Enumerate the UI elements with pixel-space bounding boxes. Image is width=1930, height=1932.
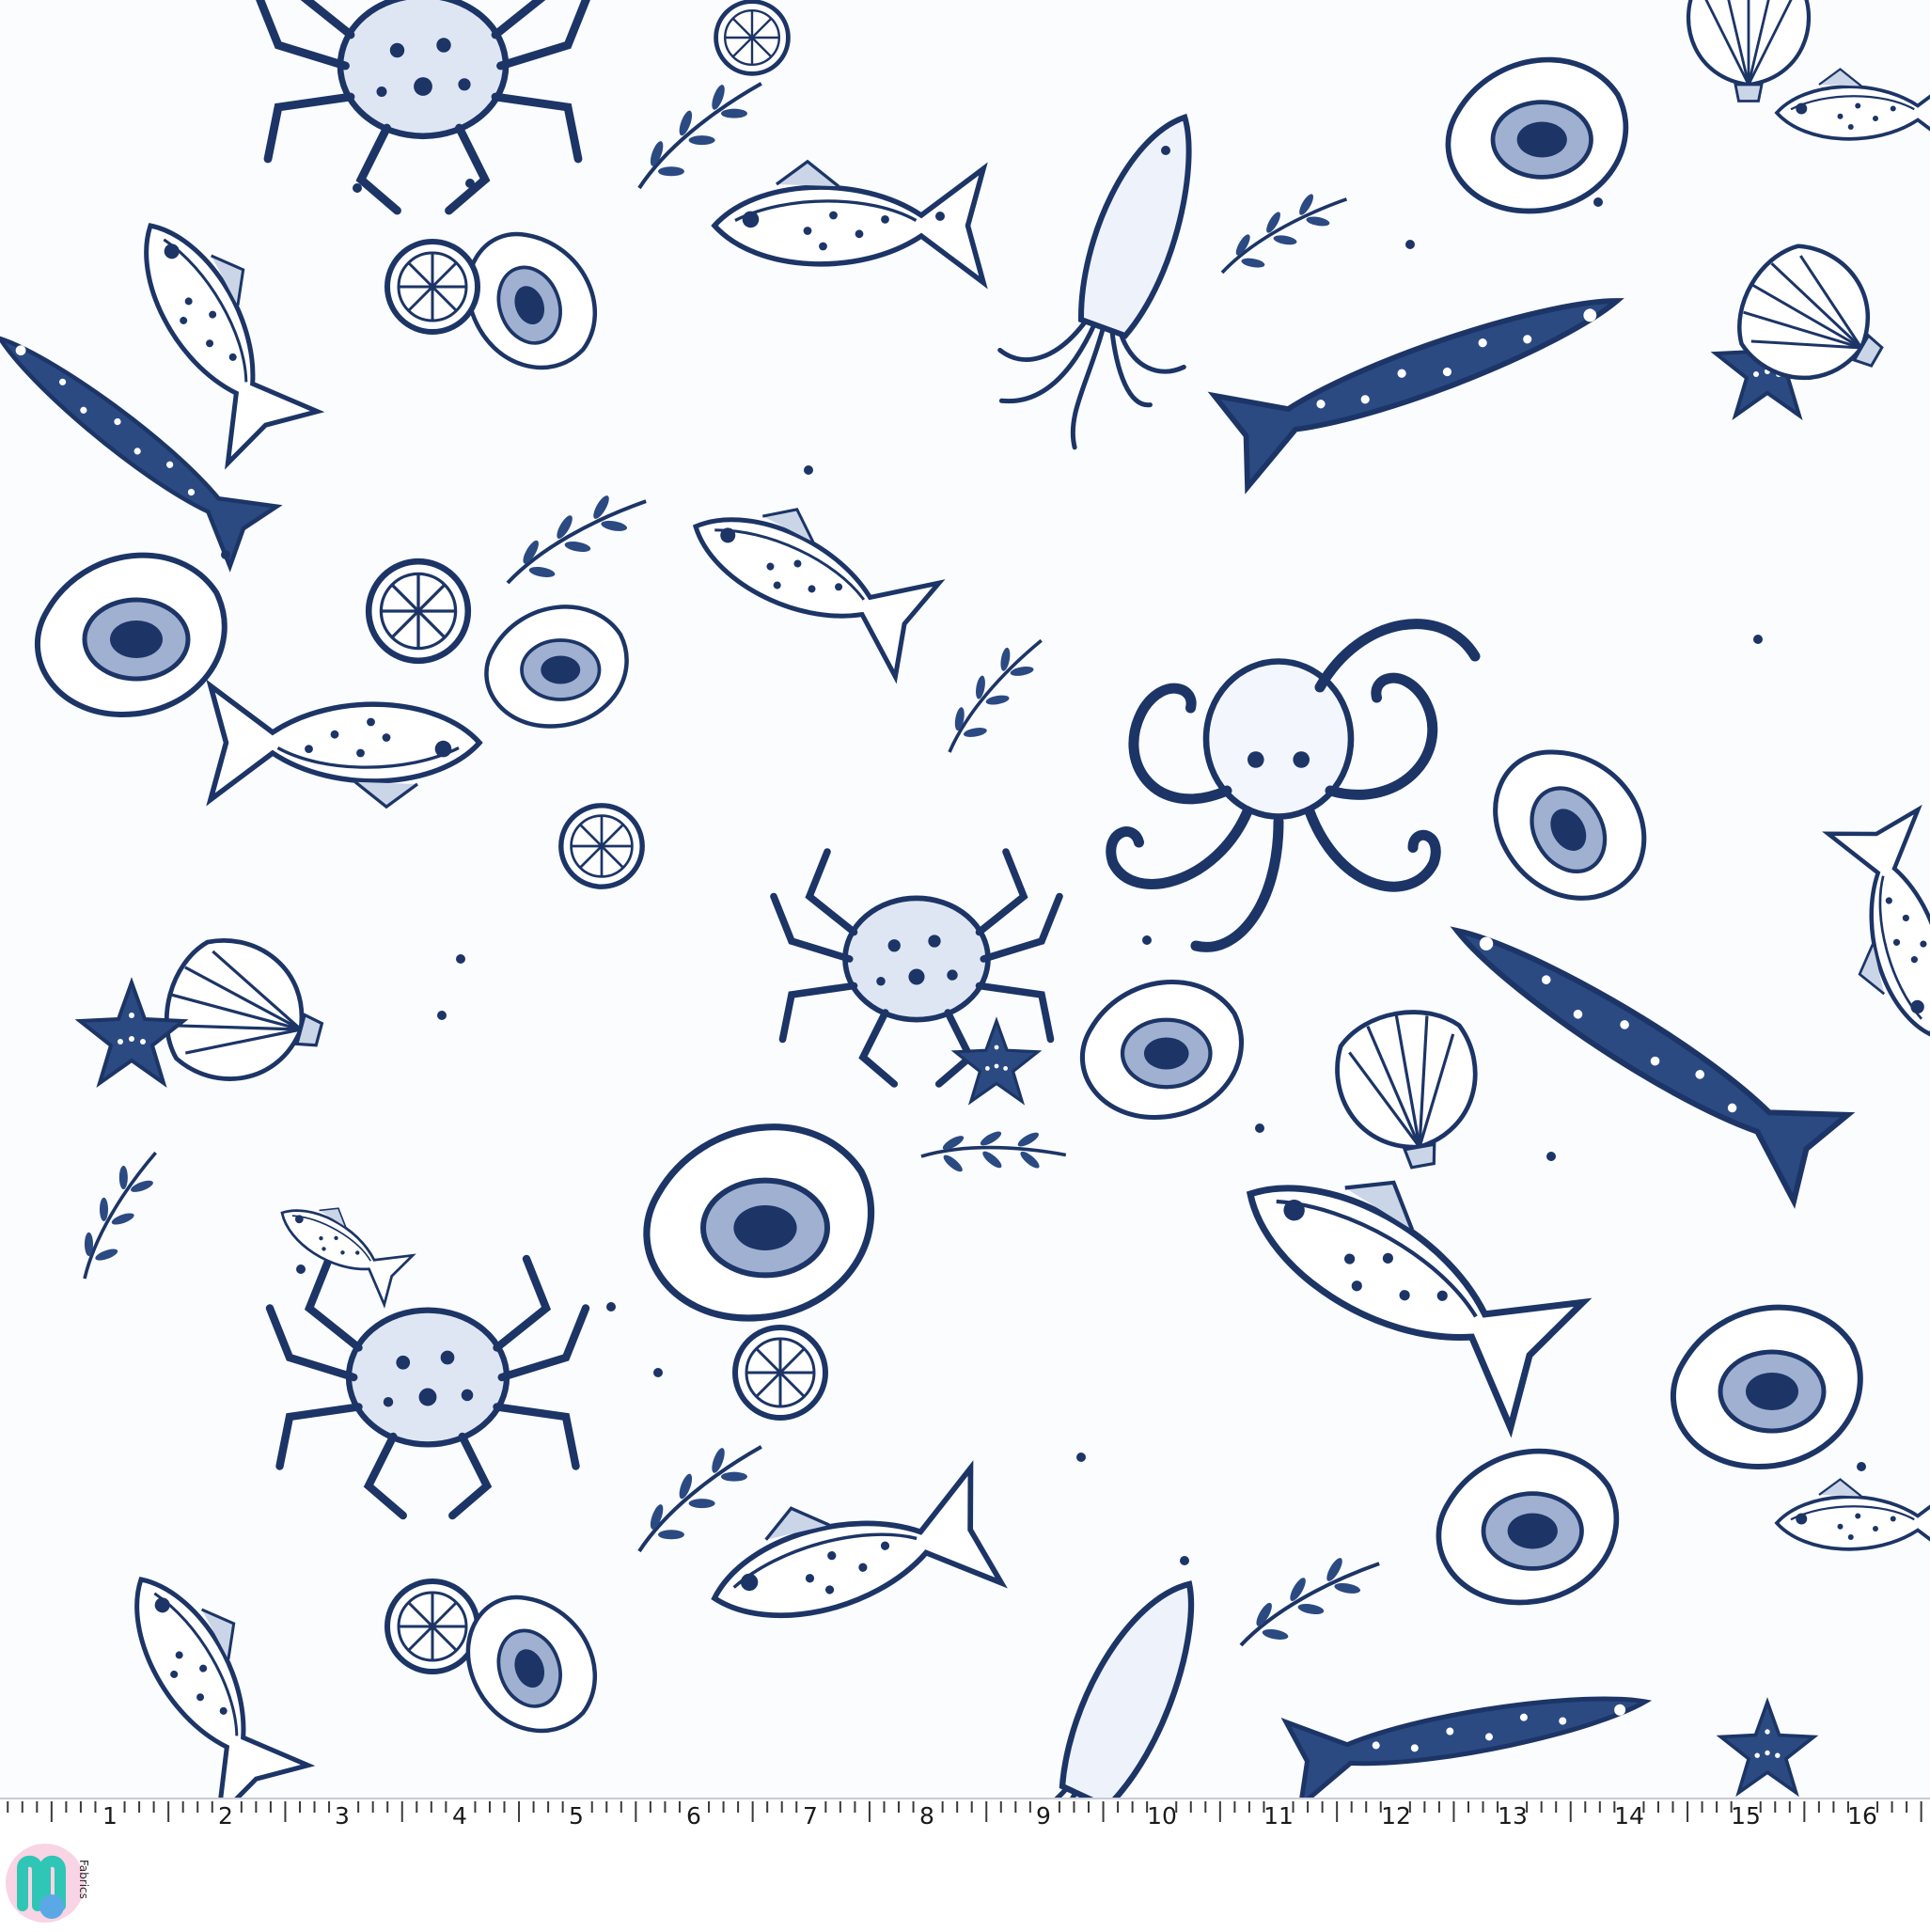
oyster-illustration [1082,982,1241,1118]
pike-illustration [1286,1660,1653,1798]
fish-illustration [1775,1477,1930,1564]
ruler-mark-9: 9 [1036,1802,1051,1830]
lemon-slice-illustration [716,2,789,74]
scallop-shell-illustration [1328,1001,1491,1177]
onion-ring-illustration [369,561,468,661]
lemon-slice-illustration [387,242,478,332]
squid-illustration [978,86,1264,474]
ruler-mark-12: 12 [1381,1802,1411,1830]
pike-illustration [1215,255,1634,487]
herb-sprig-illustration [493,484,659,589]
onion-ring-illustration [735,1327,825,1418]
carp-illustration [211,686,479,808]
flatfish-illustration [96,1550,313,1798]
herb-sprig-illustration [916,627,1071,758]
starfish-illustration [953,1019,1040,1104]
mackerel-illustration [674,474,942,677]
scallop-shell-illustration [1688,0,1809,102]
fish-illustration [698,1461,1002,1656]
herb-sprig-illustration [613,67,784,195]
ruler-mark-5: 5 [569,1802,584,1830]
oyster-illustration [38,556,225,715]
oyster-illustration [1471,721,1668,926]
ruler-mark-1: 1 [102,1802,118,1830]
herb-sprig-illustration [613,1430,784,1558]
oyster-illustration [1438,1452,1616,1603]
ruler-mark-13: 13 [1498,1802,1528,1830]
flatfish-illustration [1823,809,1930,1047]
ruler-mark-4: 4 [452,1802,467,1830]
ruler-mark-2: 2 [218,1802,233,1830]
ruler-mark-15: 15 [1731,1802,1761,1830]
ruler-mark-6: 6 [686,1802,701,1830]
seafood-pattern [0,0,1930,1798]
ruler-mark-11: 11 [1263,1802,1294,1830]
pike-illustration [1430,887,1847,1201]
herb-sprig-illustration [41,1140,193,1283]
herb-sprig-illustration [1209,183,1358,278]
oyster-illustration [1448,60,1625,212]
ruler-mark-14: 14 [1614,1802,1644,1830]
brand-name: Fabrics [77,1860,90,1899]
oyster-illustration [451,1578,611,1751]
salmon-steak-illustration [561,806,642,887]
brand-logo-mark [6,1844,85,1923]
herb-sprig-illustration [1226,1547,1392,1652]
ruler-mark-7: 7 [803,1802,818,1830]
fabric-print [0,0,1930,1798]
lobster-illustration [1215,1123,1588,1428]
ruler-mark-10: 10 [1147,1802,1177,1830]
starfish-illustration [1718,1700,1816,1795]
shrimp-illustration [266,1184,416,1307]
scallop-shell-illustration [152,928,337,1101]
fish-illustration [1775,67,1930,154]
crab-illustration [774,852,1059,1084]
crab-illustration [270,1259,586,1516]
crab-illustration [258,0,588,211]
ruler-mark-8: 8 [919,1802,934,1830]
lemon-slice-illustration [387,1581,478,1672]
octopus-illustration [1111,624,1475,948]
herb-sprig-illustration [918,1093,1073,1208]
ruler-mark-16: 16 [1847,1802,1877,1830]
motif-layer [0,0,1930,1798]
oyster-illustration [1673,1308,1860,1467]
oyster-illustration [486,606,626,726]
brand-logo [2,1840,88,1926]
oyster-illustration [647,1127,871,1318]
fish-illustration [714,162,983,283]
ruler-mark-3: 3 [335,1802,350,1830]
